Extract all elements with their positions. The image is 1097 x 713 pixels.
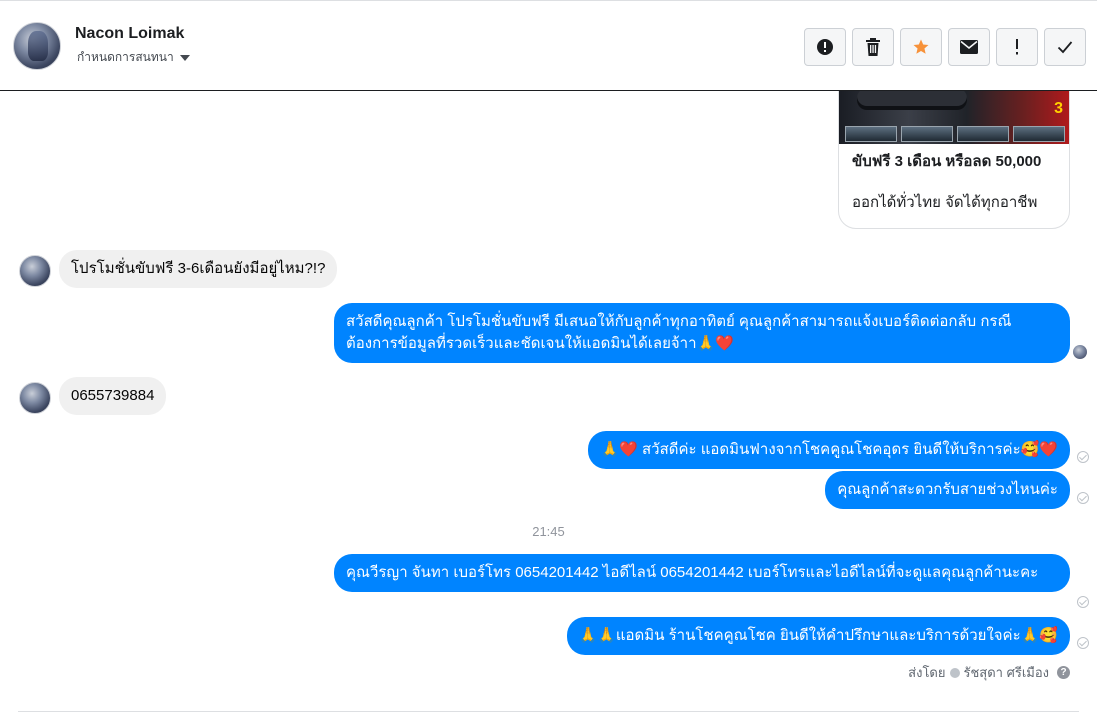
ad-card-title: ขับฟรี 3 เดือน หรือลด 50,000 [852, 153, 1042, 170]
envelope-icon [960, 40, 978, 54]
admin-dot-icon [949, 667, 960, 678]
incoming-message[interactable]: โปรโมชั่นขับฟรี 3-6เดือนยังมีอยู่ไหม?!? [59, 250, 338, 288]
incoming-message[interactable]: 0655739884 [59, 377, 167, 415]
conversation-settings-label: กำหนดการสนทนา [77, 50, 174, 64]
alert-circle-icon [817, 39, 833, 55]
check-icon [1057, 41, 1073, 54]
mark-spam-button[interactable] [804, 28, 846, 66]
delivered-status-icon [1077, 637, 1089, 649]
sender-avatar[interactable] [19, 382, 51, 414]
mark-unread-button[interactable] [948, 28, 990, 66]
contact-name[interactable]: Nacon Loimak [75, 25, 184, 43]
outgoing-message[interactable]: คุณลูกค้าสะดวกรับสายช่วงไหนค่ะ [825, 471, 1070, 509]
mark-done-button[interactable] [1044, 28, 1086, 66]
message-thread[interactable]: 3 ขับฟรี 3 เดือน หรือลด 50,000 ออกได้ทั่… [0, 91, 1097, 713]
outgoing-message[interactable]: คุณวีรญา จันทา เบอร์โทร 0654201442 ไอดีไ… [334, 554, 1070, 592]
star-icon [913, 39, 929, 54]
outgoing-message[interactable]: 🙏🙏แอดมิน ร้านโชคคูณโชค ยินดีให้คำปรึกษาแ… [566, 617, 1070, 655]
contact-avatar[interactable] [13, 22, 61, 70]
header-actions [804, 28, 1086, 66]
trash-icon [866, 38, 880, 56]
delivered-status-icon [1077, 451, 1089, 463]
ad-card-description: ออกได้ทั่วไทย จัดได้ทุกอาชีพ [852, 194, 1038, 211]
caret-down-icon [179, 55, 190, 61]
outgoing-message[interactable]: 🙏❤️ สวัสดีค่ะ แอดมินฟางจากโชคคูณโชคอุดร … [588, 431, 1070, 469]
ad-card[interactable]: 3 ขับฟรี 3 เดือน หรือลด 50,000 ออกได้ทั่… [838, 91, 1070, 229]
sent-by-label: ส่งโดย [908, 665, 946, 680]
delivered-status-icon [1077, 492, 1089, 504]
conversation-header: Nacon Loimak กำหนดการสนทนา [0, 0, 1097, 91]
sent-by-name[interactable]: รัชสุดา ศรีเมือง [964, 662, 1050, 683]
delete-button[interactable] [852, 28, 894, 66]
star-button[interactable] [900, 28, 942, 66]
time-separator: 21:45 [532, 524, 565, 539]
follow-up-button[interactable] [996, 28, 1038, 66]
sent-by: ส่งโดย รัชสุดา ศรีเมือง ? [908, 662, 1070, 683]
delivered-status-icon [1077, 596, 1089, 608]
help-icon[interactable]: ? [1057, 666, 1070, 679]
sender-avatar[interactable] [19, 255, 51, 287]
conversation-settings-dropdown[interactable]: กำหนดการสนทนา [77, 48, 190, 67]
seen-avatar [1073, 345, 1087, 359]
outgoing-message[interactable]: สวัสดีคุณลูกค้า โปรโมชั่นขับฟรี มีเสนอให… [334, 303, 1070, 363]
ad-card-image: 3 [839, 91, 1069, 144]
exclamation-icon [1016, 39, 1018, 55]
divider [18, 711, 1079, 712]
